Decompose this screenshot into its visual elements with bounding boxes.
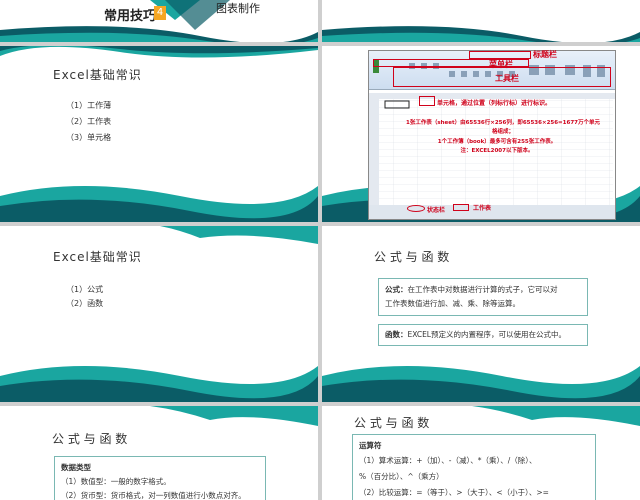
data-type-line: （1）数值型：一般的数字格式。 xyxy=(61,477,171,486)
formula-text: 在工作表中对数据进行计算的式子，它可以对 xyxy=(407,285,558,294)
operator-line: （2）比较运算：=（等于）、>（大于）、<（小于）、>= xyxy=(359,488,549,497)
operator-box: 运算符 （1）算术运算：+（加）、-（减）、*（乘）、/（除）、 %（百分比）、… xyxy=(352,434,596,500)
tool-bar-label: 工具栏 xyxy=(495,74,519,83)
slide-subtitle: 图表制作 xyxy=(216,2,260,15)
cell-highlight xyxy=(419,96,435,106)
function-label: 函数： xyxy=(385,330,408,339)
title-bar-highlight xyxy=(469,51,531,59)
slide-thumbnail-6[interactable]: 公 式 与 函 数 公式：在工作表中对数据进行计算的式子，它可以对 工作表数值进… xyxy=(322,226,640,402)
list-item: （2）工作表 xyxy=(66,117,112,126)
list-item: （1）工作薄 xyxy=(66,101,112,110)
slide-thumbnail-2[interactable] xyxy=(322,0,640,42)
slide-title: 公 式 与 函 数 xyxy=(52,432,128,446)
decorative-wave xyxy=(0,226,318,402)
slide-title: 常用技巧 xyxy=(104,9,157,24)
cell-label: 单元格，通过位置（列标行标）进行标识。 xyxy=(437,100,552,107)
excel-screenshot: 标题栏 菜单栏 工具栏 单元格，通过位置（列标行标）进行标识。 1张工作表（sh… xyxy=(368,50,616,220)
data-type-line: （2）货币型：货币格式，对一列数值进行小数点对齐。 xyxy=(61,491,246,500)
status-bar-highlight xyxy=(407,205,425,212)
operator-line: %（百分比）、^（乘方） xyxy=(359,472,444,481)
slide-thumbnail-1[interactable]: 常用技巧 4 图表制作 xyxy=(0,0,318,42)
title-bar-label: 标题栏 xyxy=(533,50,557,59)
sheet-info-label: 1张工作表（sheet）由65536行×256列，即65536×256=1677… xyxy=(406,120,600,135)
slide-thumbnail-3[interactable]: Excel基础常识 （1）工作薄 （2）工作表 （3）单元格 xyxy=(0,46,318,222)
slide-thumbnail-8[interactable]: 公 式 与 函 数 运算符 （1）算术运算：+（加）、-（减）、*（乘）、/（除… xyxy=(322,406,640,500)
sheet-tab-label: 工作表 xyxy=(473,205,492,212)
list-item: （3）单元格 xyxy=(66,133,112,142)
data-type-box: 数据类型 （1）数值型：一般的数字格式。 （2）货币型：货币格式，对一列数值进行… xyxy=(54,456,266,500)
decorative-wave xyxy=(0,46,318,222)
slide-title: 公 式 与 函 数 xyxy=(374,250,450,264)
function-box: 函数：EXCEL预定义的内置程序，可以使用在公式中。 xyxy=(378,324,588,346)
sheet-tab-highlight xyxy=(453,204,469,211)
section-badge: 4 xyxy=(154,6,166,20)
note-label: 注：EXCEL2007以下版本。 xyxy=(460,148,534,154)
book-info-label: 1个工作簿（book）最多可含有255张工作表。 xyxy=(437,139,557,145)
decorative-wave xyxy=(322,26,640,42)
slide-title: Excel基础常识 xyxy=(53,250,142,264)
formula-box: 公式：在工作表中对数据进行计算的式子，它可以对 工作表数值进行加、减、乘、除等运… xyxy=(378,278,588,316)
formula-text-2: 工作表数值进行加、减、乘、除等运算。 xyxy=(385,299,520,308)
formula-label: 公式： xyxy=(385,285,408,294)
data-type-heading: 数据类型 xyxy=(61,463,91,472)
operator-heading: 运算符 xyxy=(359,441,382,450)
function-text: EXCEL预定义的内置程序，可以使用在公式中。 xyxy=(407,330,566,339)
status-bar-label: 状态栏 xyxy=(427,207,446,214)
slide-title: 公 式 与 函 数 xyxy=(354,416,430,430)
operator-line: （1）算术运算：+（加）、-（减）、*（乘）、/（除）、 xyxy=(359,456,537,465)
slide-thumbnail-5[interactable]: Excel基础常识 （1）公式 （2）函数 xyxy=(0,226,318,402)
slide-thumbnail-4[interactable]: 标题栏 菜单栏 工具栏 单元格，通过位置（列标行标）进行标识。 1张工作表（sh… xyxy=(322,46,640,222)
slide-title: Excel基础常识 xyxy=(53,68,142,82)
list-item: （1）公式 xyxy=(66,285,104,294)
list-item: （2）函数 xyxy=(66,299,104,308)
slide-thumbnail-7[interactable]: 公 式 与 函 数 数据类型 （1）数值型：一般的数字格式。 （2）货币型：货币… xyxy=(0,406,318,500)
